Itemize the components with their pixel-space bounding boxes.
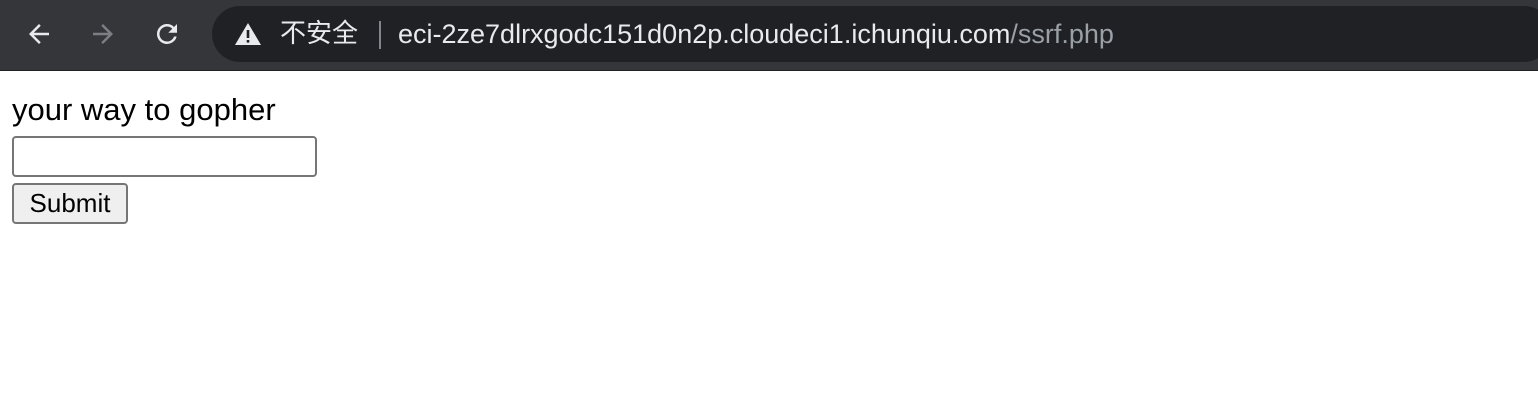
gopher-url-input[interactable] (12, 136, 317, 177)
back-button[interactable] (19, 14, 59, 54)
reload-icon (156, 23, 177, 44)
page-content: your way to gopher Submit (0, 72, 1538, 410)
security-status-label[interactable]: 不安全 (280, 6, 358, 62)
reload-button[interactable] (147, 14, 187, 54)
url-path: /ssrf.php (1010, 19, 1114, 49)
omnibox-divider (379, 21, 381, 49)
prompt-label: your way to gopher (12, 92, 276, 127)
forward-button[interactable] (83, 14, 123, 54)
address-bar[interactable]: 不安全 eci-2ze7dlrxgodc151d0n2p.cloudeci1.i… (212, 6, 1538, 62)
url-host: eci-2ze7dlrxgodc151d0n2p.cloudeci1.ichun… (398, 19, 1011, 49)
submit-button[interactable]: Submit (12, 183, 128, 224)
arrow-left-icon (29, 24, 49, 44)
browser-toolbar: 不安全 eci-2ze7dlrxgodc151d0n2p.cloudeci1.i… (0, 0, 1538, 71)
arrow-right-icon (93, 24, 113, 44)
warning-triangle-icon[interactable] (234, 22, 262, 46)
url-text[interactable]: eci-2ze7dlrxgodc151d0n2p.cloudeci1.ichun… (398, 6, 1114, 62)
